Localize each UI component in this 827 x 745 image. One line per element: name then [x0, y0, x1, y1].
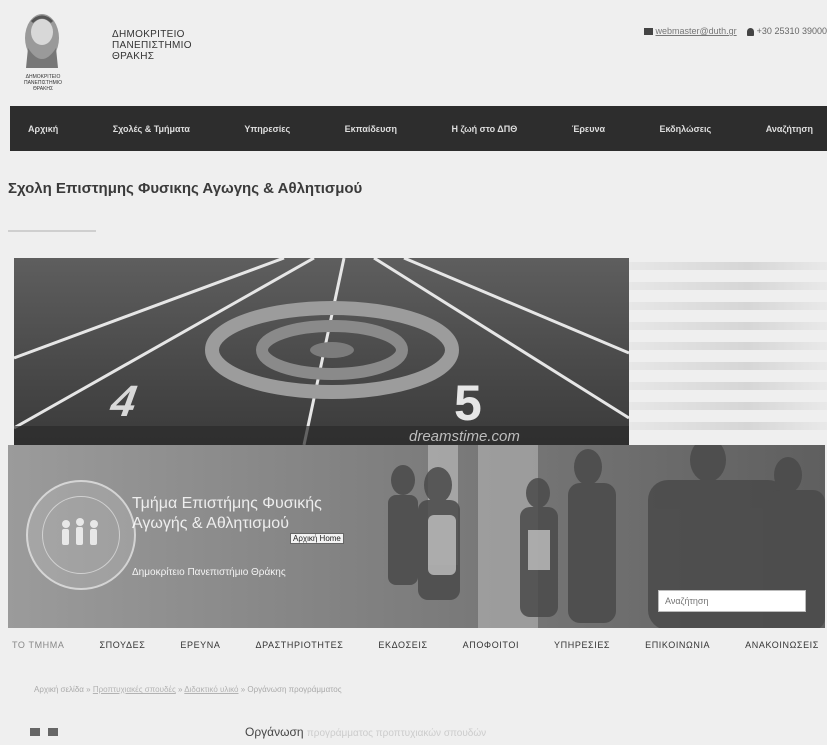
breadcrumb-item[interactable]: Διδακτικό υλικό: [184, 685, 238, 694]
contact-info: webmaster@duth.gr +30 25310 39000: [643, 26, 827, 36]
university-logo[interactable]: ΔΗΜΟΚΡΙΤΕΙΟ ΠΑΝΕΠΙΣΤΗΜΙΟ ΘΡΑΚΗΣ: [14, 8, 72, 100]
page-tools: [30, 728, 58, 736]
nav-item-services[interactable]: Υπηρεσίες: [244, 124, 290, 134]
nav-item-life[interactable]: Η ζωή στο ΔΠΘ: [451, 124, 517, 134]
nav-item-home[interactable]: Αρχική: [28, 124, 58, 134]
search-input[interactable]: [658, 590, 806, 612]
user-icon: [746, 27, 754, 36]
subnav-item-contact[interactable]: ΕΠΙΚΟΙΝΩΝΙΑ: [645, 640, 710, 650]
subnav-item-activities[interactable]: ΔΡΑΣΤΗΡΙΟΤΗΤΕΣ: [255, 640, 343, 650]
subnav-item-announcements[interactable]: ΑΝΑΚΟΙΝΩΣΕΙΣ: [745, 640, 819, 650]
nav-item-research[interactable]: Έρευνα: [572, 124, 605, 134]
subnav-item-publications[interactable]: ΕΚΔΟΣΕΙΣ: [378, 640, 427, 650]
site-header: ΔΗΜΟΚΡΙΤΕΙΟ ΠΑΝΕΠΙΣΤΗΜΙΟ ΘΡΑΚΗΣ ΔΗΜΟΚΡΙΤ…: [0, 0, 827, 105]
title-divider: [8, 230, 96, 232]
subnav-item-graduates[interactable]: ΑΠΟΦΟΙΤΟΙ: [463, 640, 519, 650]
page-title: Σχολη Επιστημης Φυσικης Αγωγης & Αθλητισ…: [8, 180, 363, 197]
department-title: Τμήμα Επιστήμης Φυσικής Αγωγής & Αθλητισ…: [132, 494, 322, 534]
breadcrumb-item-current: Οργάνωση προγράμματος: [247, 685, 342, 694]
main-navigation: Αρχική Σχολές & Τμήματα Υπηρεσίες Εκπαίδ…: [10, 106, 827, 151]
nav-item-schools[interactable]: Σχολές & Τμήματα: [113, 124, 190, 134]
subnav-item-research[interactable]: ΕΡΕΥΝΑ: [180, 640, 220, 650]
university-name-line: ΘΡΑΚΗΣ: [112, 51, 155, 62]
envelope-icon: [643, 28, 653, 36]
print-icon[interactable]: [48, 728, 58, 736]
department-subtitle: Δημοκρίτειο Πανεπιστήμιο Θράκης: [132, 567, 286, 578]
section-heading-text: Οργάνωση: [245, 725, 304, 739]
blurred-side-text: [629, 262, 827, 438]
email-link[interactable]: webmaster@duth.gr: [656, 26, 737, 36]
breadcrumb-item[interactable]: Αρχική σελίδα: [34, 685, 84, 694]
hero-track-image: 4 5 dreamstime.com: [14, 258, 629, 445]
subnav-item-studies[interactable]: ΣΠΟΥΔΕΣ: [99, 640, 145, 650]
breadcrumb-item[interactable]: Προπτυχιακές σπουδές: [93, 685, 176, 694]
university-name-line: ΠΑΝΕΠΙΣΤΗΜΙΟ: [112, 40, 192, 51]
university-name-line: ΔΗΜΟΚΡΙΤΕΙΟ: [112, 29, 185, 40]
lane-number-5: 5: [454, 375, 482, 431]
subnav-item-services[interactable]: ΥΠΗΡΕΣΙΕΣ: [554, 640, 610, 650]
watermark-text: dreamstime.com: [409, 428, 520, 445]
department-title-line: Τμήμα Επιστήμης Φυσικής: [132, 495, 322, 512]
nav-item-events[interactable]: Εκδηλώσεις: [659, 124, 711, 134]
department-title-line: Αγωγής & Αθλητισμού: [132, 515, 289, 532]
home-button[interactable]: Αρχική Home: [290, 533, 344, 544]
department-emblem[interactable]: [26, 480, 136, 590]
section-heading: Οργάνωση προγράμματος προπτυχιακών σπουδ…: [245, 725, 486, 739]
department-banner: Τμήμα Επιστήμης Φυσικής Αγωγής & Αθλητισ…: [8, 445, 825, 628]
university-name[interactable]: ΔΗΜΟΚΡΙΤΕΙΟ ΠΑΝΕΠΙΣΤΗΜΙΟ ΘΡΑΚΗΣ: [112, 29, 192, 62]
department-navigation: ΤΟ ΤΜΗΜΑ ΣΠΟΥΔΕΣ ΕΡΕΥΝΑ ΔΡΑΣΤΗΡΙΟΤΗΤΕΣ Ε…: [12, 640, 827, 650]
subnav-item-department[interactable]: ΤΟ ΤΜΗΜΑ: [12, 640, 64, 650]
section-heading-tail: προγράμματος προπτυχιακών σπουδών: [306, 728, 487, 739]
folder-icon[interactable]: [30, 728, 40, 736]
breadcrumb: Αρχική σελίδα » Προπτυχιακές σπουδές » Δ…: [34, 685, 342, 694]
nav-item-education[interactable]: Εκπαίδευση: [345, 124, 397, 134]
nav-item-search[interactable]: Αναζήτηση: [766, 124, 813, 134]
logo-caption-3: ΘΡΑΚΗΣ: [33, 86, 53, 92]
phone-number: +30 25310 39000: [756, 26, 827, 36]
